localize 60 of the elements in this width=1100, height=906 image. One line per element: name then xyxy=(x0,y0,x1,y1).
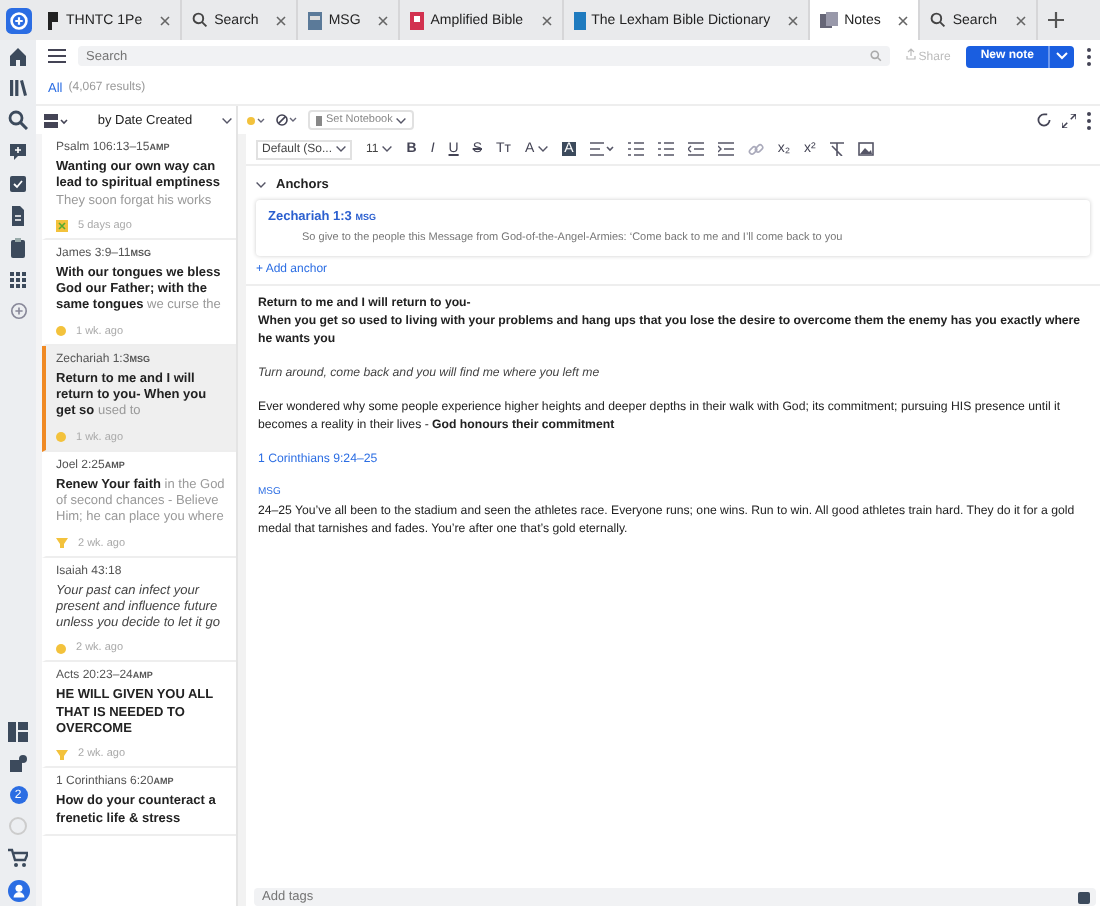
close-icon[interactable] xyxy=(160,15,171,25)
dot-icon xyxy=(56,326,66,337)
close-icon[interactable] xyxy=(378,15,389,25)
add-circle-icon[interactable] xyxy=(9,302,27,320)
clear-format-icon[interactable] xyxy=(829,142,844,156)
book-icon xyxy=(573,11,586,29)
notes-icon xyxy=(820,11,839,29)
search-icon[interactable] xyxy=(8,110,28,130)
layout-icon[interactable] xyxy=(8,722,28,742)
image-icon[interactable] xyxy=(857,142,874,156)
close-icon[interactable] xyxy=(541,15,552,25)
caret-icon xyxy=(1056,52,1068,60)
indent-icon[interactable] xyxy=(717,142,734,156)
highlight-box-icon xyxy=(56,219,68,232)
close-icon[interactable] xyxy=(898,15,909,25)
highlighter-icon xyxy=(56,538,68,549)
grid-icon[interactable] xyxy=(8,270,28,290)
caret-icon[interactable] xyxy=(336,146,347,152)
user-icon[interactable] xyxy=(7,880,29,902)
outdent-icon[interactable] xyxy=(687,142,704,156)
more-icon[interactable] xyxy=(1086,111,1092,129)
caret-icon[interactable] xyxy=(396,117,407,123)
view-toggle-icon[interactable] xyxy=(44,113,68,127)
close-icon[interactable] xyxy=(788,15,799,25)
align-icon[interactable] xyxy=(589,142,614,156)
doc-icon[interactable] xyxy=(8,206,28,226)
close-icon[interactable] xyxy=(1015,15,1026,25)
highlighter-icon xyxy=(56,749,68,760)
check-icon[interactable] xyxy=(8,174,28,194)
dropdown-button[interactable] xyxy=(1048,45,1074,67)
note-icon[interactable] xyxy=(8,142,28,162)
search-icon xyxy=(930,12,947,28)
prohibited-icon[interactable] xyxy=(276,114,298,126)
search-icon xyxy=(869,50,882,62)
numbered-list-icon[interactable] xyxy=(657,142,674,156)
bullet-list-icon[interactable] xyxy=(627,142,644,156)
close-icon[interactable] xyxy=(276,15,287,25)
loading-icon xyxy=(8,816,28,836)
library-icon[interactable] xyxy=(8,78,28,98)
caret-icon[interactable] xyxy=(382,146,393,152)
caret-icon[interactable] xyxy=(538,146,549,152)
new-tab-icon[interactable] xyxy=(1047,12,1064,28)
expand-icon[interactable] xyxy=(1062,113,1076,127)
caret-icon[interactable] xyxy=(222,117,232,123)
book-icon xyxy=(308,11,323,29)
app-logo-icon[interactable] xyxy=(5,7,31,33)
star-icon[interactable] xyxy=(246,115,266,125)
collapse-icon[interactable] xyxy=(256,181,266,187)
search-icon xyxy=(192,12,209,28)
dot-icon xyxy=(56,432,66,443)
dot-icon xyxy=(56,643,66,654)
more-icon[interactable] xyxy=(1086,47,1092,65)
notebook-icon xyxy=(316,115,322,125)
menu-icon[interactable] xyxy=(48,48,66,64)
clip-icon[interactable] xyxy=(8,238,28,258)
book-icon xyxy=(410,11,425,29)
share-icon xyxy=(905,48,916,60)
book-icon xyxy=(46,11,60,29)
home-icon[interactable] xyxy=(8,46,28,66)
cart-icon[interactable] xyxy=(8,848,28,868)
